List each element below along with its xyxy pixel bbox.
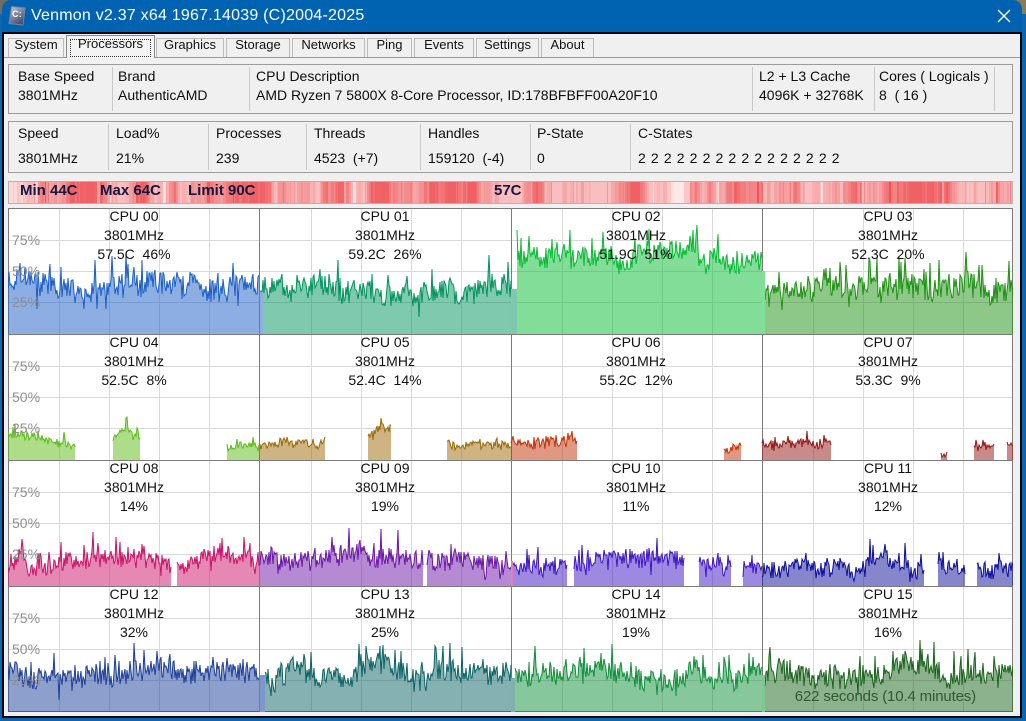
svg-text:3801MHz: 3801MHz <box>858 227 918 243</box>
svg-text:3801MHz: 3801MHz <box>355 227 415 243</box>
svg-text:CPU 08: CPU 08 <box>109 460 158 476</box>
svg-text:75%: 75% <box>12 610 40 626</box>
svg-text:52.4C 14%: 52.4C 14% <box>348 372 421 388</box>
svg-text:3801MHz: 3801MHz <box>104 353 164 369</box>
svg-text:3801MHz: 3801MHz <box>355 605 415 621</box>
svg-text:3801MHz: 3801MHz <box>606 353 666 369</box>
svg-text:25%: 25% <box>12 546 40 562</box>
svg-text:75%: 75% <box>12 358 40 374</box>
svg-text:55.2C 12%: 55.2C 12% <box>599 372 672 388</box>
svg-text:3801MHz: 3801MHz <box>104 479 164 495</box>
svg-text:75%: 75% <box>12 232 40 248</box>
svg-text:C:: C: <box>12 9 22 19</box>
svg-text:32%: 32% <box>120 624 148 640</box>
svg-text:50%: 50% <box>12 389 40 405</box>
svg-text:25%: 25% <box>12 672 40 688</box>
svg-text:3801MHz: 3801MHz <box>606 605 666 621</box>
svg-text:CPU 02: CPU 02 <box>611 208 660 224</box>
svg-text:CPU 04: CPU 04 <box>109 334 158 350</box>
svg-text:CPU 07: CPU 07 <box>863 334 912 350</box>
svg-text:CPU 10: CPU 10 <box>611 460 660 476</box>
svg-text:50%: 50% <box>12 641 40 657</box>
svg-text:CPU 15: CPU 15 <box>863 586 912 602</box>
svg-text:14%: 14% <box>120 498 148 514</box>
svg-text:3801MHz: 3801MHz <box>606 227 666 243</box>
svg-text:3801MHz: 3801MHz <box>858 479 918 495</box>
svg-text:CPU 03: CPU 03 <box>863 208 912 224</box>
svg-text:52.3C 20%: 52.3C 20% <box>851 246 924 262</box>
svg-text:25%: 25% <box>12 294 40 310</box>
svg-text:12%: 12% <box>874 498 902 514</box>
svg-text:53.3C 9%: 53.3C 9% <box>855 372 920 388</box>
svg-text:CPU 06: CPU 06 <box>611 334 660 350</box>
svg-text:51.9C 51%: 51.9C 51% <box>599 246 672 262</box>
svg-text:11%: 11% <box>623 498 650 514</box>
svg-text:3801MHz: 3801MHz <box>606 479 666 495</box>
svg-text:3801MHz: 3801MHz <box>104 227 164 243</box>
svg-text:CPU 05: CPU 05 <box>360 334 409 350</box>
svg-text:19%: 19% <box>622 624 650 640</box>
svg-text:CPU 11: CPU 11 <box>864 460 912 476</box>
svg-text:19%: 19% <box>371 498 399 514</box>
svg-text:52.5C 8%: 52.5C 8% <box>101 372 166 388</box>
svg-text:75%: 75% <box>12 484 40 500</box>
svg-text:59.2C 26%: 59.2C 26% <box>348 246 421 262</box>
svg-text:16%: 16% <box>874 624 902 640</box>
svg-text:CPU 12: CPU 12 <box>109 586 158 602</box>
svg-text:CPU 01: CPU 01 <box>360 208 409 224</box>
svg-text:622 seconds (10.4 minutes): 622 seconds (10.4 minutes) <box>795 688 976 705</box>
svg-text:50%: 50% <box>12 263 40 279</box>
svg-text:3801MHz: 3801MHz <box>355 353 415 369</box>
svg-text:3801MHz: 3801MHz <box>355 479 415 495</box>
svg-text:3801MHz: 3801MHz <box>104 605 164 621</box>
svg-text:50%: 50% <box>12 515 40 531</box>
svg-text:25%: 25% <box>371 624 399 640</box>
svg-text:57.5C 46%: 57.5C 46% <box>97 246 170 262</box>
svg-text:CPU 14: CPU 14 <box>611 586 660 602</box>
svg-text:3801MHz: 3801MHz <box>858 605 918 621</box>
svg-text:25%: 25% <box>12 420 40 436</box>
svg-text:CPU 13: CPU 13 <box>360 586 409 602</box>
svg-text:CPU 09: CPU 09 <box>360 460 409 476</box>
svg-text:CPU 00: CPU 00 <box>109 208 158 224</box>
svg-text:3801MHz: 3801MHz <box>858 353 918 369</box>
